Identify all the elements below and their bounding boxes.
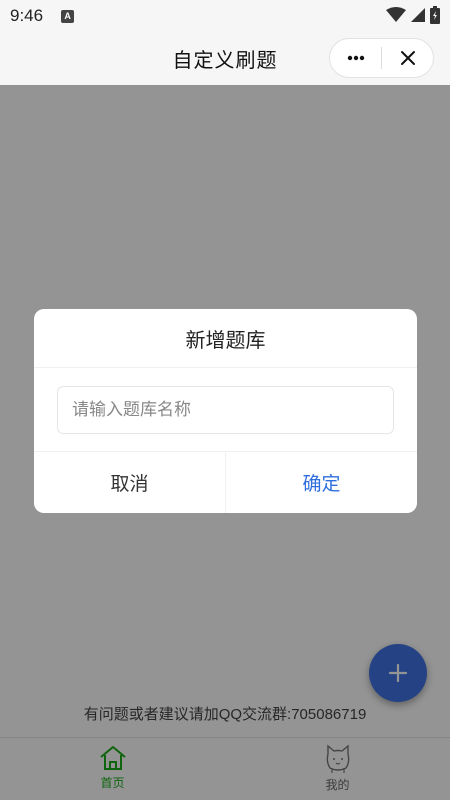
- status-icons: [386, 6, 440, 24]
- cancel-button[interactable]: 取消: [34, 452, 226, 513]
- page-title: 自定义刷题: [172, 48, 278, 72]
- dialog-title: 新增题库: [34, 309, 417, 368]
- more-dots-icon: [347, 55, 364, 61]
- mini-program-capsule: [329, 38, 434, 78]
- close-icon: [400, 51, 415, 65]
- question-bank-name-input[interactable]: [57, 386, 394, 434]
- dialog-body: [34, 368, 417, 452]
- notification-icon: A: [61, 9, 75, 23]
- wifi-icon: [386, 7, 406, 22]
- new-question-bank-dialog: 新增题库 取消 确定: [34, 309, 417, 513]
- status-bar: 9:46 A: [0, 0, 450, 32]
- status-time: 9:46: [10, 6, 44, 25]
- more-button[interactable]: [330, 39, 381, 77]
- dialog-actions: 取消 确定: [34, 452, 417, 513]
- battery-icon: [430, 6, 440, 24]
- signal-icon: [411, 8, 425, 22]
- confirm-button[interactable]: 确定: [226, 452, 417, 513]
- navigation-bar: 自定义刷题: [0, 32, 450, 85]
- close-button[interactable]: [382, 39, 433, 77]
